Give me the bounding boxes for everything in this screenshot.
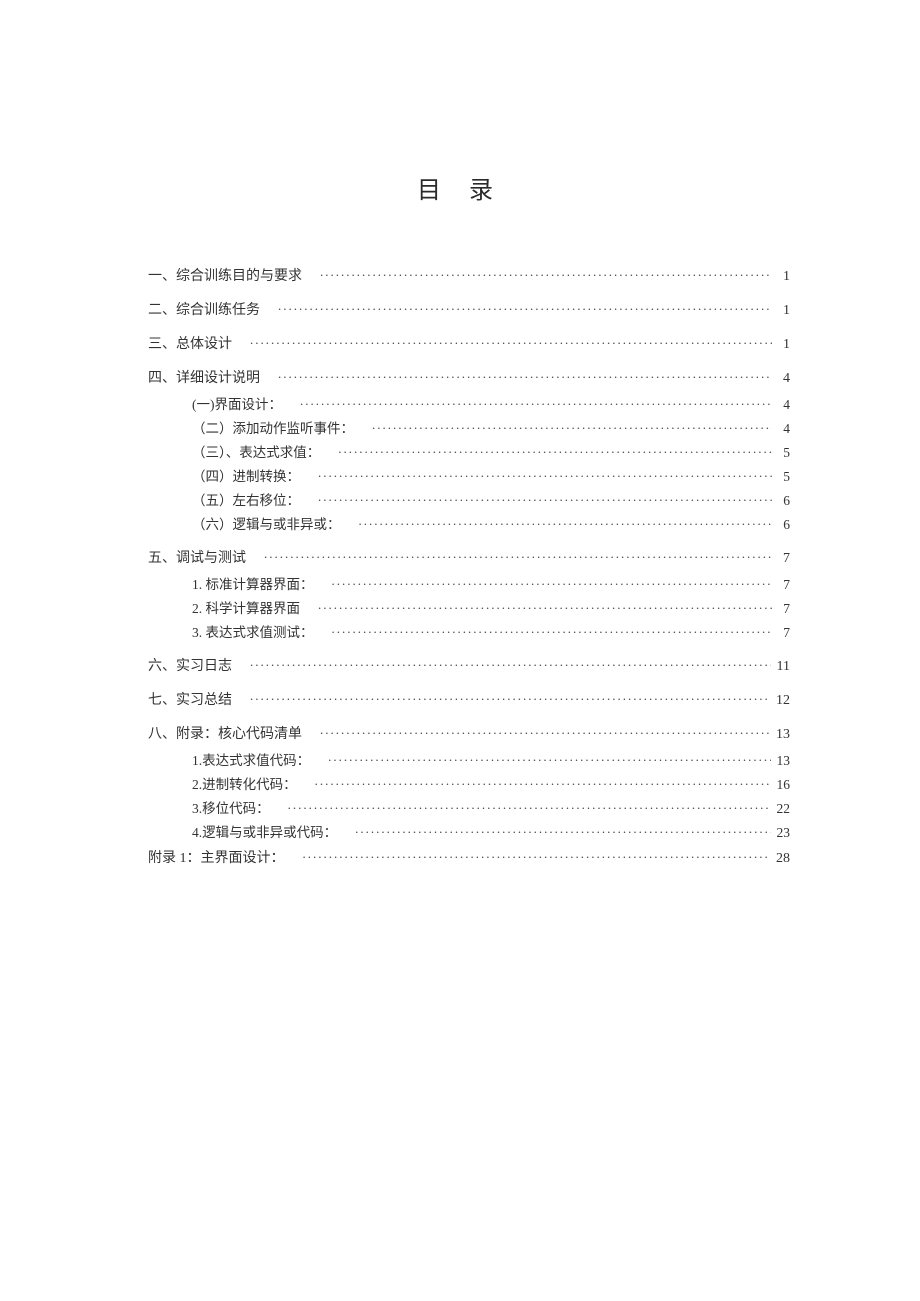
toc-entry: 附录 1：主界面设计： 28 — [148, 847, 790, 867]
toc-dots — [288, 800, 771, 814]
toc-entry-page: 1 — [772, 269, 790, 285]
toc-entry: 3.移位代码： 22 — [148, 797, 790, 817]
toc-entry-label: 五、调试与测试 — [148, 547, 264, 567]
toc-dots — [320, 724, 770, 738]
toc-entry-label: 二、综合训练任务 — [148, 299, 278, 319]
toc-entry-page: 1 — [772, 337, 790, 353]
toc-entry: （二）添加动作监听事件： 4 — [148, 417, 790, 437]
toc-entry-label: 4.逻辑与或非异或代码： — [192, 821, 355, 841]
toc-entry-page: 4 — [772, 371, 790, 387]
toc-dots — [372, 420, 772, 434]
toc-entry: 一、综合训练目的与要求 1 — [148, 265, 790, 285]
toc-entry: (一)界面设计： 4 — [148, 393, 790, 413]
toc-entry: （四）进制转换： 5 — [148, 465, 790, 485]
toc-entry-label: 1. 标准计算器界面： — [192, 573, 332, 593]
toc-entry-page: 7 — [772, 577, 790, 593]
toc-entry-label: 附录 1：主界面设计： — [148, 847, 303, 867]
toc-dots — [318, 468, 772, 482]
toc-dots — [303, 848, 771, 862]
toc-entry-page: 16 — [771, 777, 791, 793]
toc-dots — [328, 752, 770, 766]
toc-dots — [250, 656, 771, 670]
toc-entry-label: 2. 科学计算器界面 — [192, 597, 318, 617]
toc-entry-page: 13 — [771, 753, 791, 769]
toc-entry-label: 七、实习总结 — [148, 689, 250, 709]
toc-entry: 4.逻辑与或非异或代码： 23 — [148, 821, 790, 841]
toc-entry-label: （四）进制转换： — [192, 465, 318, 485]
toc-entry: （六）逻辑与或非异或： 6 — [148, 513, 790, 533]
toc-dots — [278, 300, 772, 314]
toc-entry-page: 28 — [770, 851, 790, 867]
toc-entry: 四、详细设计说明 4 — [148, 367, 790, 387]
toc-entry: 2. 科学计算器界面 7 — [148, 597, 790, 617]
toc-entry: 1. 标准计算器界面： 7 — [148, 573, 790, 593]
toc-entry-page: 4 — [772, 421, 790, 437]
toc-entry-label: 一、综合训练目的与要求 — [148, 265, 320, 285]
toc-dots — [332, 624, 773, 638]
toc-entry-page: 5 — [772, 469, 790, 485]
toc-entry-page: 13 — [770, 727, 790, 743]
toc-dots — [318, 600, 772, 614]
toc-entry-page: 22 — [771, 801, 791, 817]
toc-entry-page: 7 — [772, 601, 790, 617]
toc-entry-page: 11 — [771, 659, 790, 675]
toc-dots — [300, 396, 772, 410]
toc-entry-label: 3.移位代码： — [192, 797, 288, 817]
toc-entry-label: 1.表达式求值代码： — [192, 749, 328, 769]
toc-dots — [278, 368, 772, 382]
toc-entry-page: 12 — [770, 693, 790, 709]
toc-entry-label: （六）逻辑与或非异或： — [192, 513, 359, 533]
toc-entry: （五）左右移位： 6 — [148, 489, 790, 509]
toc-entry-page: 1 — [772, 303, 790, 319]
toc-dots — [315, 776, 771, 790]
toc-entry-page: 5 — [772, 445, 790, 461]
toc-entry-label: （五）左右移位： — [192, 489, 318, 509]
toc-entry-page: 6 — [772, 493, 790, 509]
toc-entry-page: 4 — [772, 397, 790, 413]
toc-dots — [355, 824, 770, 838]
toc-entry-page: 7 — [772, 625, 790, 641]
toc-entry: 七、实习总结 12 — [148, 689, 790, 709]
toc-entry: 2.进制转化代码： 16 — [148, 773, 790, 793]
toc-title: 目录 — [148, 170, 790, 205]
toc-entry-label: （三）、表达式求值： — [192, 441, 338, 461]
toc-entry: 八、附录：核心代码清单 13 — [148, 723, 790, 743]
toc-dots — [250, 334, 772, 348]
toc-entry-label: 八、附录：核心代码清单 — [148, 723, 320, 743]
toc-entry-label: 3. 表达式求值测试： — [192, 621, 332, 641]
toc-entry-label: (一)界面设计： — [192, 393, 300, 413]
toc-entry: 1.表达式求值代码： 13 — [148, 749, 790, 769]
toc-entry-label: 六、实习日志 — [148, 655, 250, 675]
toc-entry-page: 6 — [772, 517, 790, 533]
toc-entry-label: 2.进制转化代码： — [192, 773, 315, 793]
toc-dots — [332, 576, 773, 590]
toc-entry: 三、总体设计 1 — [148, 333, 790, 353]
toc-entry-label: 三、总体设计 — [148, 333, 250, 353]
toc-entry: 五、调试与测试 7 — [148, 547, 790, 567]
toc-dots — [359, 516, 773, 530]
toc-entry: （三）、表达式求值： 5 — [148, 441, 790, 461]
toc-dots — [318, 492, 772, 506]
toc-dots — [338, 444, 772, 458]
toc-entry-label: （二）添加动作监听事件： — [192, 417, 372, 437]
document-page: 目录 一、综合训练目的与要求 1 二、综合训练任务 1 三、总体设计 1 四、详细设计说明 4… — [0, 0, 920, 867]
toc-dots — [264, 548, 772, 562]
toc-entry: 二、综合训练任务 1 — [148, 299, 790, 319]
toc-container: 一、综合训练目的与要求1二、综合训练任务1三、总体设计1四、详细设计说明4(一)… — [148, 265, 790, 867]
toc-entry-page: 23 — [771, 825, 791, 841]
toc-dots — [320, 266, 772, 280]
toc-entry: 3. 表达式求值测试： 7 — [148, 621, 790, 641]
toc-dots — [250, 690, 770, 704]
toc-entry-label: 四、详细设计说明 — [148, 367, 278, 387]
toc-entry-page: 7 — [772, 551, 790, 567]
toc-entry: 六、实习日志 11 — [148, 655, 790, 675]
